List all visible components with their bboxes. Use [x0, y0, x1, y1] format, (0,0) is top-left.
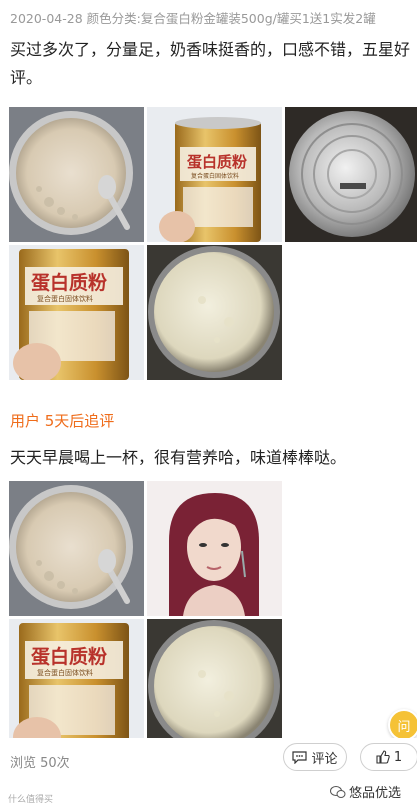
comment-icon [292, 750, 308, 764]
protein-can-icon: 蛋白质粉 复合蛋白固体饮料 [9, 619, 144, 754]
review-photo-milk-drink[interactable] [9, 107, 144, 242]
powder-icon [147, 619, 282, 754]
review-photo-can-lid[interactable] [285, 107, 417, 242]
can-subtitle: 复合蛋白固体饮料 [191, 172, 239, 180]
review-text: 买过多次了，分量足，奶香味挺香的，口感不错，五星好评。 [10, 40, 411, 87]
watermark-right: 悠品优选 [330, 782, 401, 801]
review-photo-powder[interactable] [147, 245, 282, 380]
protein-can-icon: 蛋白质粉 复合蛋白固体饮料 [9, 245, 144, 380]
watermark-left: 什么值得买 [8, 795, 54, 805]
view-count: 浏览 50次 [10, 756, 70, 771]
wechat-icon [330, 785, 346, 798]
followup-photo-powder[interactable] [147, 619, 282, 754]
person-photo-icon [147, 481, 282, 616]
milk-drink-icon [9, 481, 144, 616]
review-meta: 2020-04-28 颜色分类:复合蛋白粉金罐装500g/罐买1送1实发2罐 [10, 11, 376, 26]
powder-icon [147, 245, 282, 380]
followup-text: 天天早晨喝上一杯，很有营养哈，味道棒棒哒。 [10, 448, 347, 467]
followup-photo-milk-drink[interactable] [9, 481, 144, 616]
comment-label: 评论 [311, 751, 338, 767]
can-title: 蛋白质粉 [187, 153, 247, 171]
followup-label: 用户 5天后追评 [10, 412, 115, 430]
ask-label: 问 [397, 719, 411, 735]
watermark-right-text: 悠品优选 [349, 786, 402, 801]
ask-button[interactable]: 问 [388, 709, 417, 741]
comment-button[interactable]: 评论 [283, 743, 347, 771]
like-button[interactable]: 1 [360, 743, 417, 771]
thumbs-up-icon [376, 750, 390, 764]
can-subtitle: 复合蛋白固体饮料 [37, 294, 93, 303]
protein-can-icon: 蛋白质粉 复合蛋白固体饮料 [147, 107, 282, 242]
review-photo-protein-can[interactable]: 蛋白质粉 复合蛋白固体饮料 [147, 107, 282, 242]
followup-photo-person[interactable] [147, 481, 282, 616]
can-subtitle: 复合蛋白固体饮料 [37, 668, 93, 677]
footer-bar: 浏览 50次 评论 1 什么值得买 悠品优选 [0, 738, 417, 808]
review-photo-protein-can-2[interactable]: 蛋白质粉 复合蛋白固体饮料 [9, 245, 144, 380]
can-title: 蛋白质粉 [31, 645, 107, 668]
milk-drink-icon [9, 107, 144, 242]
like-count: 1 [393, 749, 403, 765]
can-title: 蛋白质粉 [31, 271, 107, 294]
can-lid-icon [285, 107, 417, 242]
followup-photo-protein-can[interactable]: 蛋白质粉 复合蛋白固体饮料 [9, 619, 144, 754]
